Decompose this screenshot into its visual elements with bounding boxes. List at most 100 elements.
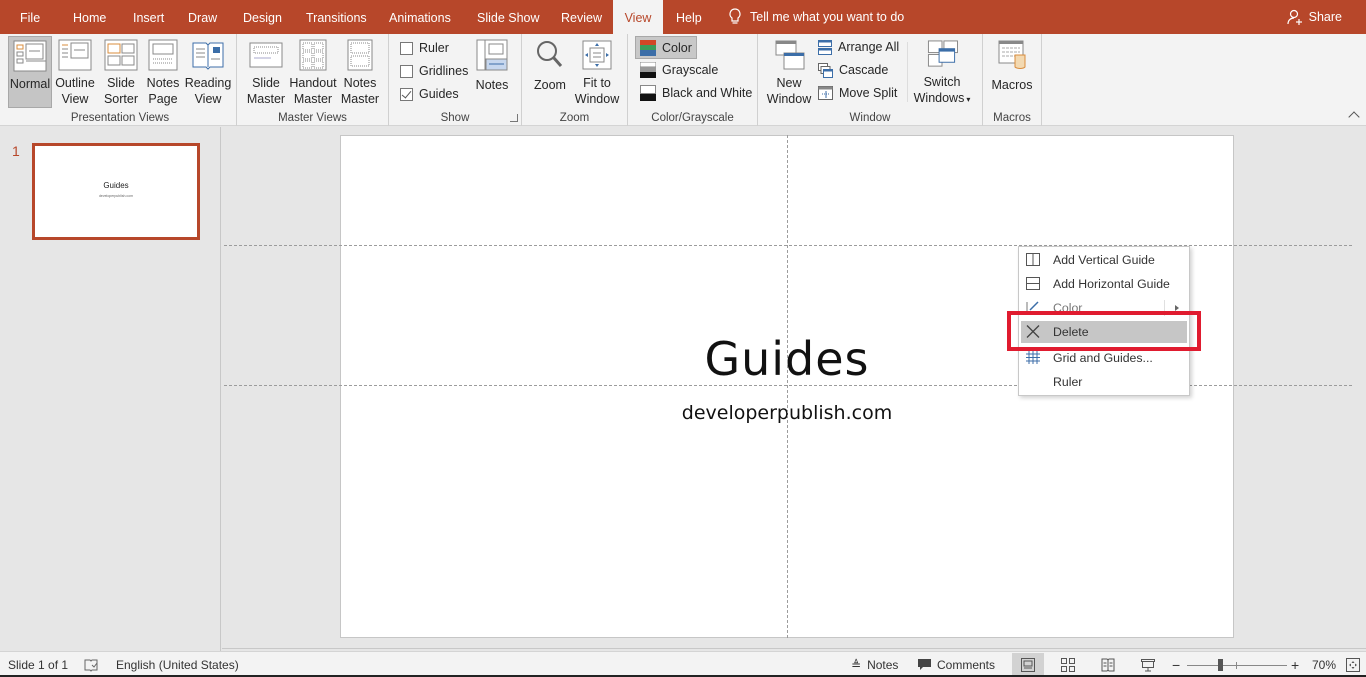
tell-me-search[interactable]: Tell me what you want to do bbox=[728, 0, 904, 34]
notes-page-label-2: Page bbox=[148, 92, 178, 106]
new-window-icon bbox=[775, 40, 805, 70]
arrange-all-button[interactable]: Arrange All bbox=[818, 37, 899, 57]
menu-item-add-vertical-guide[interactable]: Add Vertical Guide bbox=[1021, 249, 1187, 271]
switch-windows-row: Windows ▾ bbox=[914, 90, 971, 108]
slide-sorter-button[interactable]: Slide Sorter bbox=[99, 36, 143, 108]
reading-view-button[interactable]: Reading View bbox=[183, 36, 233, 108]
group-macros: Macros Macros bbox=[983, 34, 1042, 126]
move-split-icon bbox=[818, 86, 833, 100]
tab-design[interactable]: Design bbox=[233, 0, 292, 34]
gridlines-label: Gridlines bbox=[419, 64, 469, 78]
zoom-in-button[interactable]: + bbox=[1291, 652, 1299, 677]
normal-view-status-button[interactable] bbox=[1012, 653, 1044, 677]
sorter-label-1: Slide bbox=[107, 76, 135, 90]
zoom-group-label: Zoom bbox=[559, 112, 590, 124]
black-and-white-button[interactable]: Black and White bbox=[640, 83, 752, 103]
tab-home[interactable]: Home bbox=[63, 0, 116, 34]
fit-to-window-button[interactable]: Fit to Window bbox=[572, 36, 622, 108]
add-horizontal-guide-label: Add Horizontal Guide bbox=[1053, 277, 1170, 291]
zoom-slider-center-tick bbox=[1236, 662, 1237, 669]
tab-insert[interactable]: Insert bbox=[123, 0, 174, 34]
notes-master-label-2: Master bbox=[340, 92, 380, 106]
reading-view-status-icon bbox=[1101, 658, 1115, 672]
slide-sorter-status-button[interactable] bbox=[1052, 653, 1084, 677]
notes-status-button[interactable]: ≜ Notes bbox=[851, 652, 898, 677]
cascade-button[interactable]: Cascade bbox=[818, 60, 888, 80]
lightbulb-icon bbox=[729, 8, 741, 24]
guides-checkbox[interactable]: Guides bbox=[400, 84, 459, 104]
slide-master-icon bbox=[249, 42, 283, 68]
new-window-button[interactable]: New Window bbox=[764, 36, 814, 108]
notes-page-button[interactable]: Notes Page bbox=[143, 36, 183, 108]
slide-sorter-icon bbox=[104, 39, 138, 71]
cascade-icon bbox=[818, 62, 833, 78]
notes-master-button[interactable]: Notes Master bbox=[337, 36, 383, 108]
share-label: Share bbox=[1308, 10, 1342, 24]
show-dialog-launcher[interactable] bbox=[510, 114, 518, 122]
outline-view-button[interactable]: Outline View bbox=[54, 36, 96, 108]
presentation-views-label: Presentation Views bbox=[70, 112, 170, 124]
ruler-check-box[interactable] bbox=[400, 41, 413, 55]
group-zoom: Zoom Fit to Window Zoom bbox=[522, 34, 628, 126]
collapse-ribbon-button[interactable] bbox=[1348, 111, 1360, 123]
grid-and-guides-label: Grid and Guides... bbox=[1053, 351, 1153, 365]
group-show: Ruler Gridlines Guides Notes Show bbox=[389, 34, 522, 126]
slide-editor: Guides developerpublish.com bbox=[222, 127, 1366, 651]
slide-show-status-button[interactable] bbox=[1132, 653, 1164, 677]
menu-item-ruler[interactable]: Ruler bbox=[1021, 371, 1187, 393]
handout-master-button[interactable]: Handout Master bbox=[289, 36, 337, 108]
zoom-slider-track[interactable] bbox=[1187, 665, 1287, 666]
notes-status-icon: ≜ bbox=[851, 658, 862, 672]
reading-label-1: Reading bbox=[184, 76, 232, 90]
slide-master-button[interactable]: Slide Master bbox=[243, 36, 289, 108]
tab-view[interactable]: View bbox=[613, 0, 663, 34]
tab-review[interactable]: Review bbox=[551, 0, 612, 34]
fit-slide-icon bbox=[1346, 658, 1360, 672]
tab-draw[interactable]: Draw bbox=[178, 0, 227, 34]
window-separator bbox=[907, 42, 908, 102]
notes-status-label: Notes bbox=[867, 658, 899, 672]
share-button[interactable]: Share bbox=[1287, 0, 1342, 34]
spell-check-button[interactable] bbox=[84, 652, 98, 677]
fit-slide-button[interactable] bbox=[1346, 652, 1360, 677]
ruler-checkbox[interactable]: Ruler bbox=[400, 38, 449, 58]
color-button[interactable]: Color bbox=[635, 36, 697, 59]
notes-toggle-button[interactable]: Notes bbox=[473, 36, 511, 108]
guides-label: Guides bbox=[419, 87, 459, 101]
gridlines-checkbox[interactable]: Gridlines bbox=[400, 61, 468, 81]
gridlines-check-box[interactable] bbox=[400, 64, 413, 78]
menu-item-add-horizontal-guide[interactable]: Add Horizontal Guide bbox=[1021, 273, 1187, 295]
slide-thumbnail[interactable]: Guides developerpublish.com bbox=[32, 143, 200, 240]
tab-help[interactable]: Help bbox=[666, 0, 712, 34]
reading-view-status-button[interactable] bbox=[1092, 653, 1124, 677]
comments-status-button[interactable]: Comments bbox=[918, 652, 995, 677]
grayscale-button[interactable]: Grayscale bbox=[640, 60, 718, 80]
language-indicator[interactable]: English (United States) bbox=[116, 652, 239, 677]
normal-view-button[interactable]: Normal bbox=[8, 36, 52, 108]
comments-status-label: Comments bbox=[937, 658, 996, 672]
notes-icon bbox=[476, 39, 508, 71]
group-master-views: Slide Master Handout Master Notes Master… bbox=[237, 34, 389, 126]
zoom-out-button[interactable]: − bbox=[1172, 652, 1180, 677]
group-color-grayscale: Color Grayscale Black and White Color/Gr… bbox=[628, 34, 758, 126]
zoom-level[interactable]: 70% bbox=[1312, 652, 1336, 677]
zoom-button[interactable]: Zoom bbox=[530, 36, 570, 108]
macros-group-label: Macros bbox=[993, 112, 1031, 124]
tab-file[interactable]: File bbox=[10, 0, 50, 34]
macros-icon bbox=[998, 40, 1026, 69]
horizontal-guide-icon bbox=[1026, 277, 1040, 290]
slide-counter: Slide 1 of 1 bbox=[8, 658, 69, 672]
move-split-button[interactable]: Move Split bbox=[818, 83, 897, 103]
zoom-slider-thumb[interactable] bbox=[1218, 659, 1224, 671]
vertical-guide[interactable] bbox=[787, 135, 788, 638]
outline-label-2: View bbox=[61, 92, 89, 106]
notes-master-label-1: Notes bbox=[343, 76, 377, 90]
switch-windows-button[interactable]: Switch Windows ▾ bbox=[910, 36, 974, 108]
tab-transitions[interactable]: Transitions bbox=[296, 0, 377, 34]
guides-check-box[interactable] bbox=[400, 87, 413, 101]
macros-button[interactable]: Macros bbox=[987, 36, 1037, 108]
tab-slide-show[interactable]: Slide Show bbox=[467, 0, 550, 34]
grid-icon bbox=[1026, 351, 1040, 364]
tab-animations[interactable]: Animations bbox=[379, 0, 461, 34]
handout-master-label-2: Master bbox=[293, 92, 333, 106]
